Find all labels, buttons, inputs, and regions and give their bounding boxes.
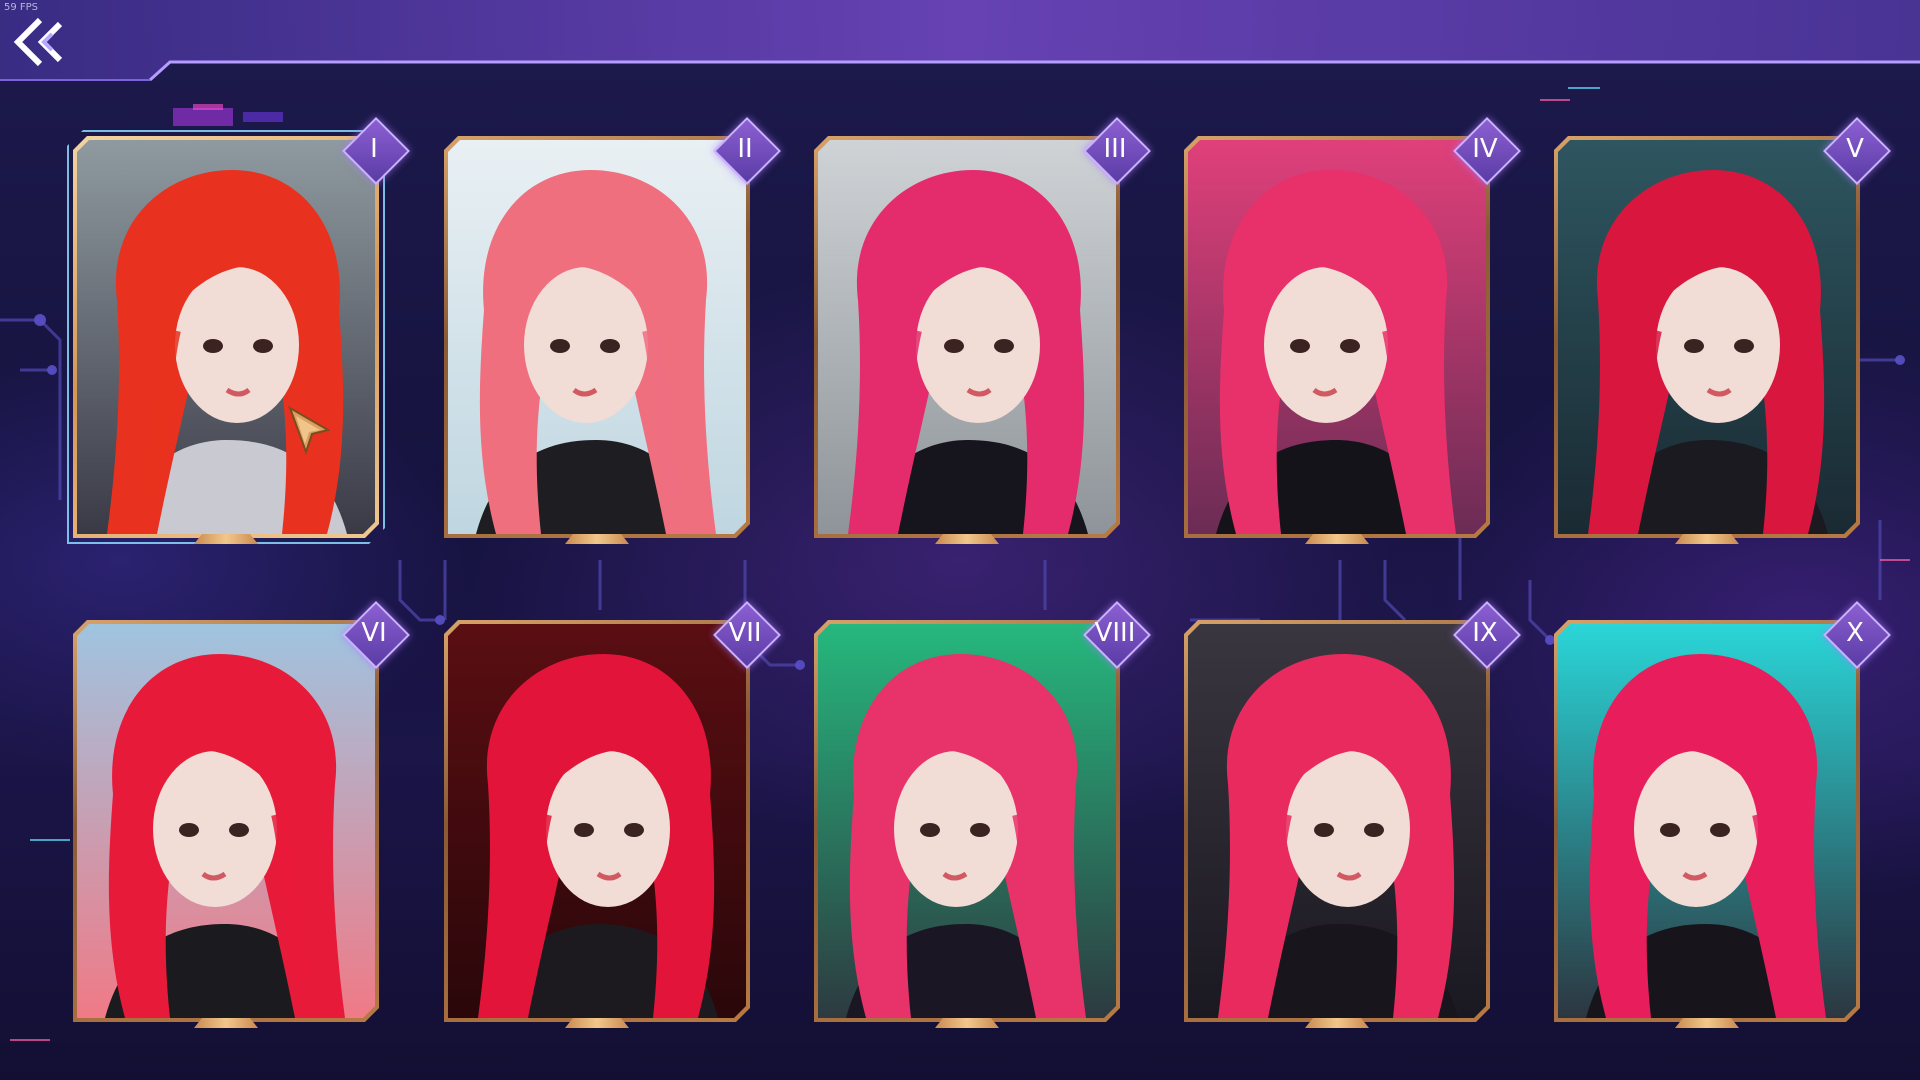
card-bottom-tab [1675, 534, 1739, 544]
card-bottom-tab [1675, 1018, 1739, 1028]
fps-counter: 59 FPS [4, 2, 39, 13]
numeral-badge: IV [1450, 114, 1521, 185]
card-portrait [1558, 624, 1856, 1018]
card-portrait [818, 624, 1116, 1018]
selection-glitch-effect [73, 102, 379, 132]
numeral-badge: III [1080, 114, 1151, 185]
scene-card[interactable]: II [444, 117, 781, 538]
scene-card[interactable]: III [814, 117, 1151, 538]
top-bar: 59 FPS [0, 0, 1920, 80]
back-button[interactable] [8, 14, 78, 70]
card-bottom-tab [565, 1018, 629, 1028]
pointer-arrow-icon [286, 404, 332, 456]
card-numeral: II [737, 134, 753, 164]
numeral-badge: X [1820, 598, 1891, 669]
card-bottom-tab [194, 534, 258, 544]
card-numeral: V [1846, 134, 1864, 164]
scene-card[interactable]: X [1554, 601, 1891, 1022]
scene-card[interactable]: IX [1184, 601, 1521, 1022]
card-bottom-tab [935, 1018, 999, 1028]
card-portrait [448, 140, 746, 534]
card-portrait [77, 140, 375, 534]
scene-card[interactable]: VII [444, 601, 781, 1022]
card-numeral: III [1103, 134, 1127, 164]
card-portrait [1188, 140, 1486, 534]
numeral-badge: VIII [1080, 598, 1151, 669]
card-portrait [1558, 140, 1856, 534]
numeral-badge: V [1820, 114, 1891, 185]
scene-card[interactable]: V [1554, 117, 1891, 538]
gallery-screen: 59 FPS I II III IV V VI VII VIII IX X [0, 0, 1920, 1080]
double-chevron-left-icon [13, 17, 63, 67]
card-portrait [77, 624, 375, 1018]
card-bottom-tab [565, 534, 629, 544]
numeral-badge: II [710, 114, 781, 185]
card-bottom-tab [1305, 534, 1369, 544]
card-numeral: VIII [1094, 618, 1136, 648]
card-portrait [448, 624, 746, 1018]
card-numeral: VI [361, 618, 387, 648]
card-bottom-tab [194, 1018, 258, 1028]
scene-card[interactable]: I [73, 104, 410, 538]
numeral-badge: VI [339, 598, 410, 669]
scene-card[interactable]: IV [1184, 117, 1521, 538]
card-numeral: X [1846, 618, 1864, 648]
scene-card[interactable]: VI [73, 601, 410, 1022]
card-portrait [818, 140, 1116, 534]
card-bottom-tab [1305, 1018, 1369, 1028]
numeral-badge: VII [710, 598, 781, 669]
card-numeral: IX [1472, 618, 1498, 648]
card-numeral: IV [1472, 134, 1498, 164]
card-bottom-tab [935, 534, 999, 544]
card-numeral: VII [728, 618, 762, 648]
card-portrait [1188, 624, 1486, 1018]
scene-card[interactable]: VIII [814, 601, 1151, 1022]
numeral-badge: IX [1450, 598, 1521, 669]
